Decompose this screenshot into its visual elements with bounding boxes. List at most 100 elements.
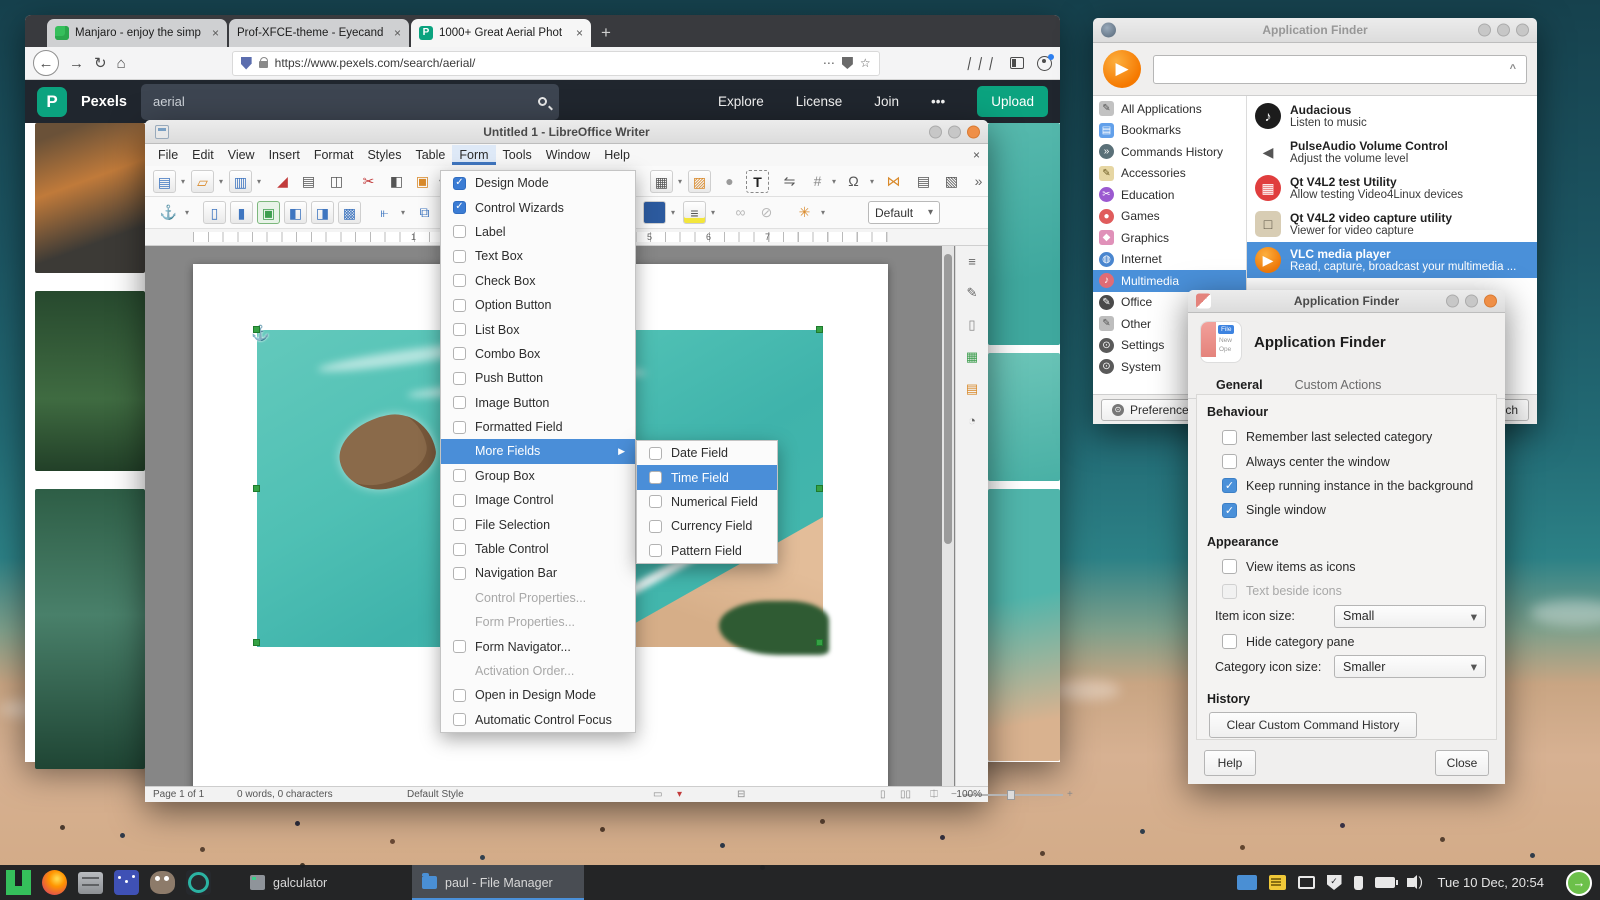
maximize-button[interactable] xyxy=(1465,295,1478,308)
menu-item-navigation-bar[interactable]: Navigation Bar xyxy=(441,561,635,585)
finder-search-input[interactable]: ^ xyxy=(1153,55,1527,84)
photo-thumbnail[interactable] xyxy=(35,123,145,273)
resize-handle[interactable] xyxy=(253,326,260,333)
checkbox-center-window[interactable]: Always center the window xyxy=(1207,449,1486,473)
category-multimedia[interactable]: ♪Multimedia xyxy=(1093,270,1246,292)
back-button[interactable]: ← xyxy=(33,50,59,76)
nav-more[interactable]: ••• xyxy=(931,94,945,109)
category-icon-size-select[interactable]: Smaller▾ xyxy=(1334,655,1486,678)
gimp-launcher[interactable] xyxy=(144,865,180,900)
copy-icon[interactable]: ◧ xyxy=(385,170,408,193)
wrap-ideal-icon[interactable]: ▣ xyxy=(257,201,280,224)
vertical-scrollbar[interactable] xyxy=(942,246,954,786)
tab-close-icon[interactable]: × xyxy=(212,26,219,40)
menu-item-push-button[interactable]: Push Button xyxy=(441,366,635,390)
checkbox-hide-category-pane[interactable]: Hide category pane xyxy=(1207,629,1486,653)
close-button[interactable] xyxy=(967,125,980,138)
close-button[interactable] xyxy=(1484,295,1497,308)
checkbox[interactable] xyxy=(1222,454,1237,469)
menu-table[interactable]: Table xyxy=(408,145,452,165)
insert-table-icon[interactable]: ▦ xyxy=(650,170,673,193)
menu-form[interactable]: Form xyxy=(452,145,495,165)
menu-item-open-in-design-mode[interactable]: Open in Design Mode xyxy=(441,683,635,707)
tab-close-icon[interactable]: × xyxy=(394,26,401,40)
page-style[interactable]: Default Style xyxy=(407,789,464,800)
anchor-dropdown-icon[interactable]: ▾ xyxy=(181,201,193,224)
open-dropdown-icon[interactable]: ▾ xyxy=(215,170,227,193)
photo-thumbnail[interactable] xyxy=(35,291,145,471)
submenu-item-numerical-field[interactable]: Numerical Field xyxy=(637,490,777,514)
menu-item-image-button[interactable]: Image Button xyxy=(441,391,635,415)
upload-button[interactable]: Upload xyxy=(977,86,1048,117)
help-button[interactable]: Help xyxy=(1204,750,1256,776)
checkbox[interactable] xyxy=(1222,478,1237,493)
toolbar-overflow-icon[interactable]: » xyxy=(967,170,990,193)
new-document-icon[interactable]: ▤ xyxy=(153,170,176,193)
wrap-on-icon[interactable]: ▮ xyxy=(230,201,253,224)
clock[interactable]: Tue 10 Dec, 20:54 xyxy=(1438,875,1544,890)
submenu-item-date-field[interactable]: Date Field xyxy=(637,441,777,465)
menu-format[interactable]: Format xyxy=(307,145,361,165)
word-count[interactable]: 0 words, 0 characters xyxy=(237,789,333,800)
category-graphics[interactable]: ◆Graphics xyxy=(1093,227,1246,249)
single-page-view-icon[interactable]: ▯ xyxy=(880,789,886,800)
scrollbar-thumb[interactable] xyxy=(944,254,952,544)
tracking-shield-icon[interactable] xyxy=(241,57,252,70)
multi-page-view-icon[interactable]: ▯▯ xyxy=(900,789,911,800)
app-qt-v4l2-capture[interactable]: □Qt V4L2 video capture utilityViewer for… xyxy=(1247,206,1537,242)
page-count[interactable]: Page 1 of 1 xyxy=(153,789,204,800)
menu-item-table-control[interactable]: Table Control xyxy=(441,537,635,561)
category-accessories[interactable]: ✎Accessories xyxy=(1093,163,1246,185)
collapse-icon[interactable]: ^ xyxy=(1510,63,1516,75)
submenu-item-currency-field[interactable]: Currency Field xyxy=(637,514,777,538)
minimize-button[interactable] xyxy=(929,125,942,138)
search-icon[interactable] xyxy=(538,97,547,106)
finder-titlebar[interactable]: Application Finder xyxy=(1093,18,1537,43)
maximize-button[interactable] xyxy=(948,125,961,138)
category-commands-history[interactable]: »Commands History xyxy=(1093,141,1246,163)
new-dropdown-icon[interactable]: ▾ xyxy=(177,170,189,193)
highlight-dropdown-icon[interactable]: ▾ xyxy=(707,201,719,224)
specialchar-dropdown-icon[interactable]: ▾ xyxy=(866,170,878,193)
checkbox-remember-category[interactable]: Remember last selected category xyxy=(1207,425,1486,449)
formatting-marks-icon[interactable]: ⇋ xyxy=(778,170,801,193)
special-character-icon[interactable]: Ω xyxy=(842,170,865,193)
menu-edit[interactable]: Edit xyxy=(185,145,221,165)
applications-menu-button[interactable] xyxy=(0,865,36,900)
save-state-icon[interactable]: ▾ xyxy=(677,789,682,800)
zoom-percent[interactable]: 100% xyxy=(956,789,982,800)
app-vlc[interactable]: ▶VLC media playerRead, capture, broadcas… xyxy=(1247,242,1537,278)
category-internet[interactable]: ◍Internet xyxy=(1093,249,1246,271)
category-education[interactable]: ✂Education xyxy=(1093,184,1246,206)
print-preview-icon[interactable]: ◫ xyxy=(325,170,348,193)
highlight-color-icon[interactable]: ≡ xyxy=(683,201,706,224)
security-shield-icon[interactable]: ✓ xyxy=(1327,875,1342,890)
clone-formatting-icon[interactable]: ✳ xyxy=(793,201,816,224)
navigator-deck-icon[interactable]: ◔ xyxy=(968,413,976,428)
checkbox[interactable] xyxy=(1222,430,1237,445)
nav-join[interactable]: Join xyxy=(874,94,899,109)
category-all-applications[interactable]: ✎All Applications xyxy=(1093,98,1246,120)
photo-thumbnail[interactable] xyxy=(988,353,1060,481)
app-qt-v4l2-test[interactable]: ▦Qt V4L2 test UtilityAllow testing Video… xyxy=(1247,170,1537,206)
tab-manjaro[interactable]: Manjaro - enjoy the simp × xyxy=(47,19,227,47)
library-icon[interactable]: ❘❘❘ xyxy=(963,55,999,71)
wrap-right-icon[interactable]: ◨ xyxy=(311,201,334,224)
text-box-icon[interactable]: T xyxy=(746,170,769,193)
selection-mode-icon[interactable]: ▭ xyxy=(653,789,662,800)
menu-item-control-wizards[interactable]: Control Wizards xyxy=(441,195,635,219)
firefox-launcher[interactable] xyxy=(36,865,72,900)
photo-thumbnail[interactable] xyxy=(988,489,1060,761)
book-mode-view-icon[interactable]: ⎅ xyxy=(930,789,938,800)
protections-icon[interactable] xyxy=(842,57,853,69)
wrap-left-icon[interactable]: ◧ xyxy=(284,201,307,224)
insert-image-icon[interactable]: ▨ xyxy=(688,170,711,193)
battery-icon[interactable] xyxy=(1375,877,1395,888)
border-dropdown-icon[interactable]: ▾ xyxy=(667,201,679,224)
tab-pexels-active[interactable]: P 1000+ Great Aerial Phot × xyxy=(411,19,591,47)
sidebar-settings-icon[interactable]: ≡ xyxy=(968,254,976,269)
minimize-button[interactable] xyxy=(1446,295,1459,308)
menu-insert[interactable]: Insert xyxy=(262,145,307,165)
writer-titlebar[interactable]: Untitled 1 - LibreOffice Writer xyxy=(145,120,988,144)
menu-item-design-mode[interactable]: Design Mode xyxy=(441,171,635,195)
